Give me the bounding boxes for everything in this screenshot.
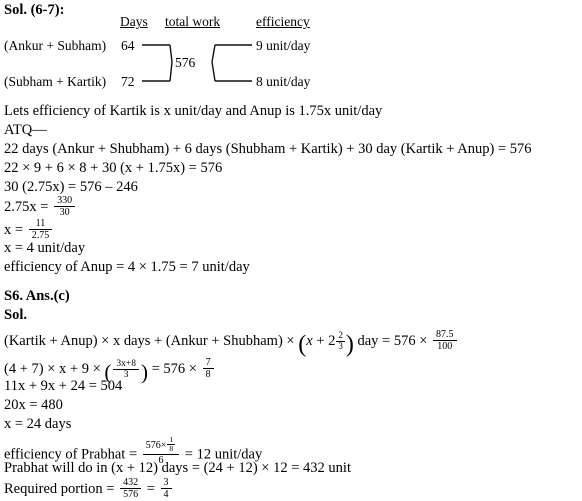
fraction-denominator: 576 xyxy=(123,489,139,501)
fraction-numerator: 576× 1 8 xyxy=(142,435,180,455)
fraction-denominator: 30 xyxy=(59,207,70,219)
fraction-denominator: 8 xyxy=(169,444,174,454)
document-page: Sol. (6-7): Days total work efficiency (… xyxy=(0,0,582,501)
sol2-required-label: Required portion = xyxy=(4,481,119,497)
fraction-numerator: 3 xyxy=(160,477,172,490)
fraction-denominator: 3 xyxy=(338,340,343,351)
sol1-line-x-result: x = 4 unit/day xyxy=(4,240,86,256)
sol1-line-x-fraction: x = 11 2.75 xyxy=(4,218,54,242)
fraction-432-over-576: 432 576 xyxy=(120,477,142,501)
fraction-3-over-4: 34 xyxy=(160,477,172,501)
fraction-numerator: 11 xyxy=(28,218,53,231)
sol1-line-equation-expanded: 22 × 9 + 6 × 8 + 30 (x + 1.75x) = 576 xyxy=(4,160,223,176)
fraction-denominator: 100 xyxy=(437,341,453,353)
sol2-line-combined: 11x + 9x + 24 = 504 xyxy=(4,378,123,394)
work-flow-diagram: Days total work efficiency (Ankur + Subh… xyxy=(0,14,340,96)
fraction-875-over-100: 87.5 100 xyxy=(433,329,457,352)
fraction-denominator: 8 xyxy=(205,369,211,381)
paren-close-icon: ) xyxy=(140,359,148,384)
sol1-x-label: x = xyxy=(4,222,27,238)
fraction-330-over-30: 330 30 xyxy=(54,195,76,219)
sol2-eq2-middle: = 576 × xyxy=(147,361,201,377)
section-label-sol: Sol. xyxy=(4,307,27,323)
sol2-eq1-prefix: (Kartik + Anup) × x days + (Ankur + Shub… xyxy=(4,333,299,349)
sol1-line-atq: ATQ— xyxy=(4,122,47,138)
fraction-denominator: 4 xyxy=(163,489,169,501)
paren-open-icon: ( xyxy=(298,331,307,358)
sol1-275x-label: 2.75x = xyxy=(4,199,53,215)
sol1-line-anup-efficiency: efficiency of Anup = 4 × 1.75 = 7 unit/d… xyxy=(4,259,250,275)
sol2-eq1-plus: + 2 xyxy=(312,333,336,349)
sol2-line-x-days: x = 24 days xyxy=(4,416,72,432)
diagram-connector-lines xyxy=(142,44,252,82)
fraction-1-over-8: 18 xyxy=(167,435,176,454)
fraction-11-over-275: 11 2.75 xyxy=(28,218,53,241)
sol1-line-equation-days: 22 days (Ankur + Shubham) + 6 days (Shub… xyxy=(4,141,532,157)
fraction-numerator: 87.5 xyxy=(433,329,457,342)
paren-close-icon: ) xyxy=(345,331,354,358)
fraction-numerator: 432 xyxy=(120,477,142,490)
sol2-line-prabhat-work: Prabhat will do in (x + 12) days = (24 +… xyxy=(4,460,351,476)
fraction-2-over-3: 23 xyxy=(336,330,345,352)
sol2-eq1-middle: day = 576 × xyxy=(353,333,431,349)
sol2-line-required-portion: Required portion = 432 576 = 34 xyxy=(4,477,174,501)
sol1-line-equation-simplified: 30 (2.75x) = 576 – 246 xyxy=(4,179,138,195)
fraction-numerator: 7 xyxy=(202,357,214,370)
sol2-line-20x: 20x = 480 xyxy=(4,397,63,413)
fraction-numerator: 330 xyxy=(54,195,76,208)
sol2-eq2-prefix: (4 + 7) × x + 9 × xyxy=(4,361,105,377)
sol2-required-equals: = xyxy=(143,481,159,497)
sol1-line-efficiency-assumption: Lets efficiency of Kartik is x unit/day … xyxy=(4,103,383,119)
fraction-numerator: 3x+8 xyxy=(113,359,139,371)
section-heading-s6-answer: S6. Ans.(c) xyxy=(4,288,70,304)
fraction-7-over-8: 78 xyxy=(202,357,214,381)
sol1-line-275x-fraction: 2.75x = 330 30 xyxy=(4,195,77,219)
sol2-equation-main: (Kartik + Anup) × x days + (Ankur + Shub… xyxy=(4,329,459,357)
numerator-text: 576× xyxy=(145,440,167,452)
